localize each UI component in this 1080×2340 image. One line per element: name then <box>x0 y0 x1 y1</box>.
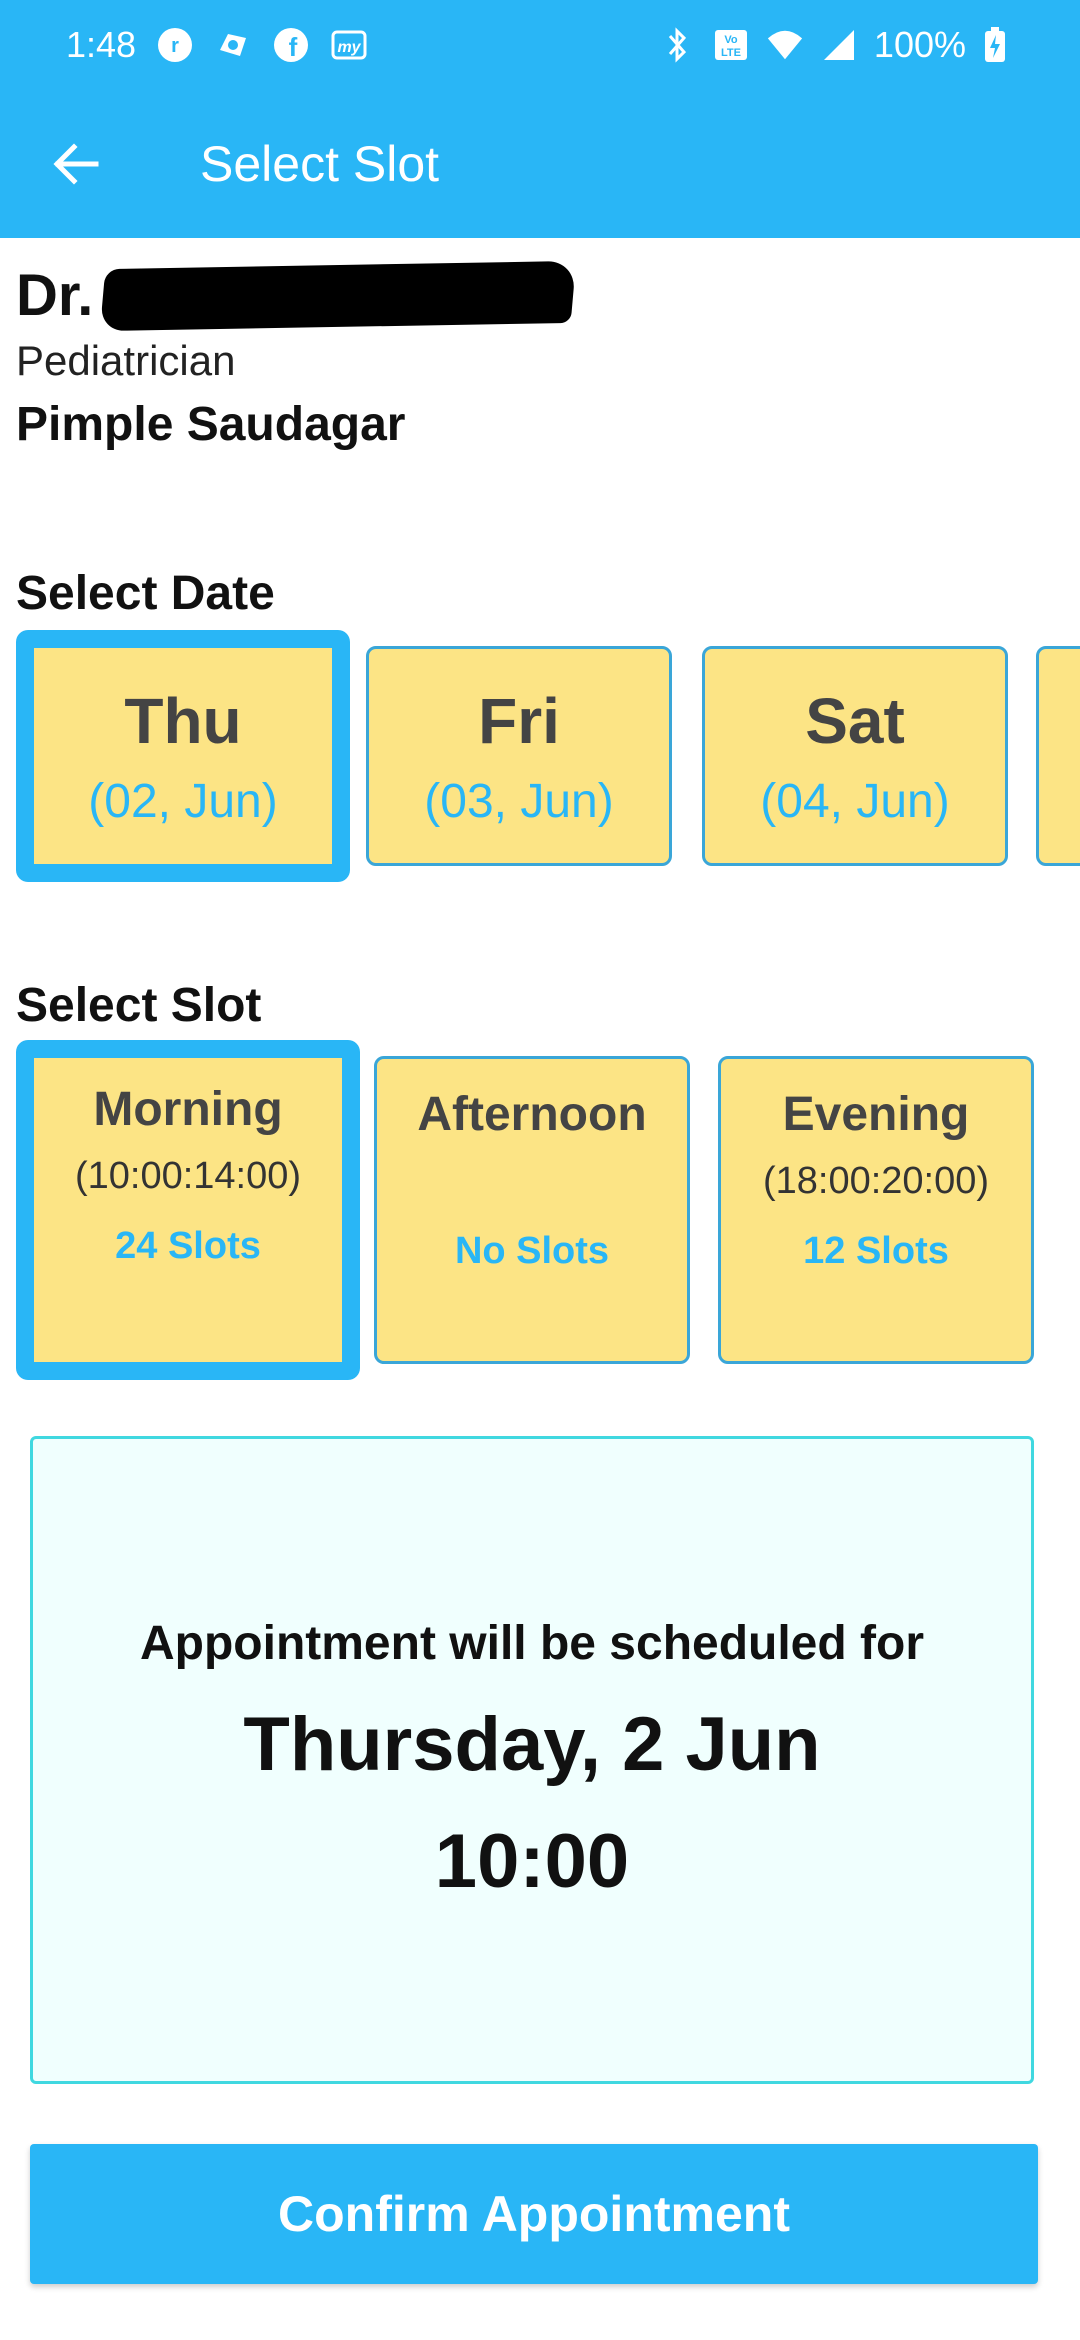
date-card-date: (02, Jun) <box>88 774 278 828</box>
date-card-date: (04, Jun) <box>760 774 950 828</box>
bluetooth-icon <box>658 26 696 64</box>
select-date-label: Select Date <box>16 567 275 620</box>
svg-text:Vo: Vo <box>724 34 738 46</box>
summary-time: 10:00 <box>434 1818 630 1904</box>
confirm-appointment-button[interactable]: Confirm Appointment <box>30 2144 1038 2284</box>
redacted-name <box>100 260 577 331</box>
slot-name: Evening <box>782 1088 970 1141</box>
slot-name: Morning <box>93 1083 283 1136</box>
volte-icon: Vo LTE <box>712 26 750 64</box>
cloud-app-icon <box>214 26 252 64</box>
date-card-date: (03, Jun) <box>424 774 614 828</box>
doctor-name: Dr. <box>16 260 577 331</box>
slot-count: No Slots <box>454 1230 610 1272</box>
r-app-icon: r <box>156 26 194 64</box>
back-button[interactable] <box>36 124 116 204</box>
slot-time: (10:00:14:00) <box>74 1155 302 1197</box>
svg-text:my: my <box>338 39 362 56</box>
my-app-icon: my <box>330 26 368 64</box>
svg-text:r: r <box>171 35 179 57</box>
battery-percent: 100% <box>873 24 966 65</box>
date-card-day: Thu <box>124 684 242 757</box>
signal-icon <box>820 26 858 64</box>
summary-lead: Appointment will be scheduled for <box>139 1616 925 1670</box>
date-card-day: Fri <box>478 684 560 757</box>
doctor-location: Pimple Saudagar <box>16 398 406 451</box>
wifi-icon <box>766 26 804 64</box>
date-card-sat[interactable]: Sat (04, Jun) <box>702 646 1008 866</box>
slot-card-evening[interactable]: Evening (18:00:20:00) 12 Slots <box>718 1056 1034 1364</box>
doctor-info: Dr. Pediatrician Pimple Saudagar <box>16 260 577 452</box>
status-time: 1:48 <box>66 24 137 65</box>
slot-name: Afternoon <box>417 1088 647 1141</box>
slot-count: 24 Slots <box>115 1225 261 1267</box>
slot-time: (18:00:20:00) <box>762 1160 990 1202</box>
app-bar: Select Slot <box>0 90 1080 238</box>
slot-count: 12 Slots <box>803 1230 949 1272</box>
slot-list: Morning (10:00:14:00) 24 Slots Afternoon… <box>16 1040 1080 1380</box>
arrow-left-icon <box>53 143 99 185</box>
date-card-fri[interactable]: Fri (03, Jun) <box>366 646 672 866</box>
battery-charging-icon <box>976 26 1014 64</box>
doctor-specialty: Pediatrician <box>16 337 236 384</box>
status-bar: 1:48 r f my Vo LTE 100% <box>0 0 1080 90</box>
slot-card-afternoon[interactable]: Afternoon No Slots <box>374 1056 690 1364</box>
date-card-next-partial[interactable] <box>1036 646 1080 866</box>
svg-text:LTE: LTE <box>721 47 741 59</box>
doctor-prefix: Dr. <box>16 263 94 328</box>
date-list[interactable]: Thu (02, Jun) Fri (03, Jun) Sat (04, Jun… <box>16 630 1080 882</box>
slot-card-morning[interactable]: Morning (10:00:14:00) 24 Slots <box>16 1040 360 1380</box>
summary-date: Thursday, 2 Jun <box>243 1701 821 1787</box>
appointment-summary: Appointment will be scheduled for Thursd… <box>30 1436 1034 2084</box>
page-title: Select Slot <box>200 136 440 192</box>
select-slot-label: Select Slot <box>16 979 262 1032</box>
facebook-icon: f <box>272 26 310 64</box>
status-right-group: Vo LTE 100% <box>658 24 1030 66</box>
date-card-day: Sat <box>805 684 905 757</box>
date-card-thu[interactable]: Thu (02, Jun) <box>16 630 350 882</box>
svg-text:f: f <box>289 32 298 62</box>
